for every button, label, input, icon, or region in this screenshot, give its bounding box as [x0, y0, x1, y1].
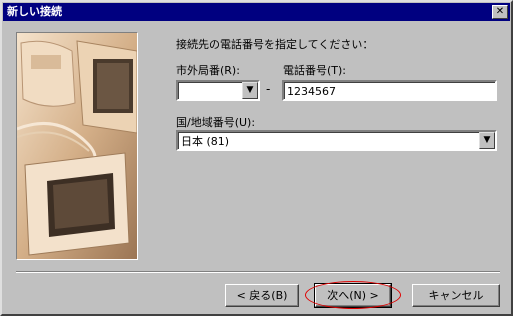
chevron-down-icon: ▼: [246, 85, 254, 95]
button-separator: [16, 271, 500, 273]
new-connection-dialog: 新しい接続 ✕ 接続先の電話番号を指定してください： 市外局番(R): ▼ - …: [0, 0, 513, 316]
chevron-down-icon: ▼: [483, 135, 491, 145]
close-icon: ✕: [495, 6, 505, 17]
wizard-illustration: [16, 32, 138, 260]
title-bar: 新しい接続 ✕: [3, 3, 510, 21]
window-title: 新しい接続: [7, 5, 62, 18]
area-phone-dash: -: [266, 82, 271, 96]
close-button[interactable]: ✕: [492, 5, 508, 19]
country-code-value: 日本 (81): [181, 135, 230, 148]
back-button[interactable]: < 戻る(B): [225, 284, 299, 307]
country-code-label: 国/地域番号(U):: [176, 116, 256, 129]
country-code-combobox[interactable]: 日本 (81) ▼: [176, 130, 497, 151]
area-code-label: 市外局番(R):: [176, 64, 240, 77]
phone-number-value: 1234567: [287, 85, 336, 98]
instruction-text: 接続先の電話番号を指定してください：: [176, 38, 374, 51]
area-code-combobox[interactable]: ▼: [176, 80, 260, 101]
cancel-button[interactable]: キャンセル: [412, 284, 500, 307]
phone-number-input[interactable]: 1234567: [282, 80, 497, 101]
country-code-dropdown-button[interactable]: ▼: [479, 132, 495, 149]
computer-monitors-image: [17, 33, 137, 259]
area-code-dropdown-button[interactable]: ▼: [242, 82, 258, 99]
next-button[interactable]: 次へ(N) >: [314, 283, 392, 308]
phone-number-label: 電話番号(T):: [283, 64, 347, 77]
